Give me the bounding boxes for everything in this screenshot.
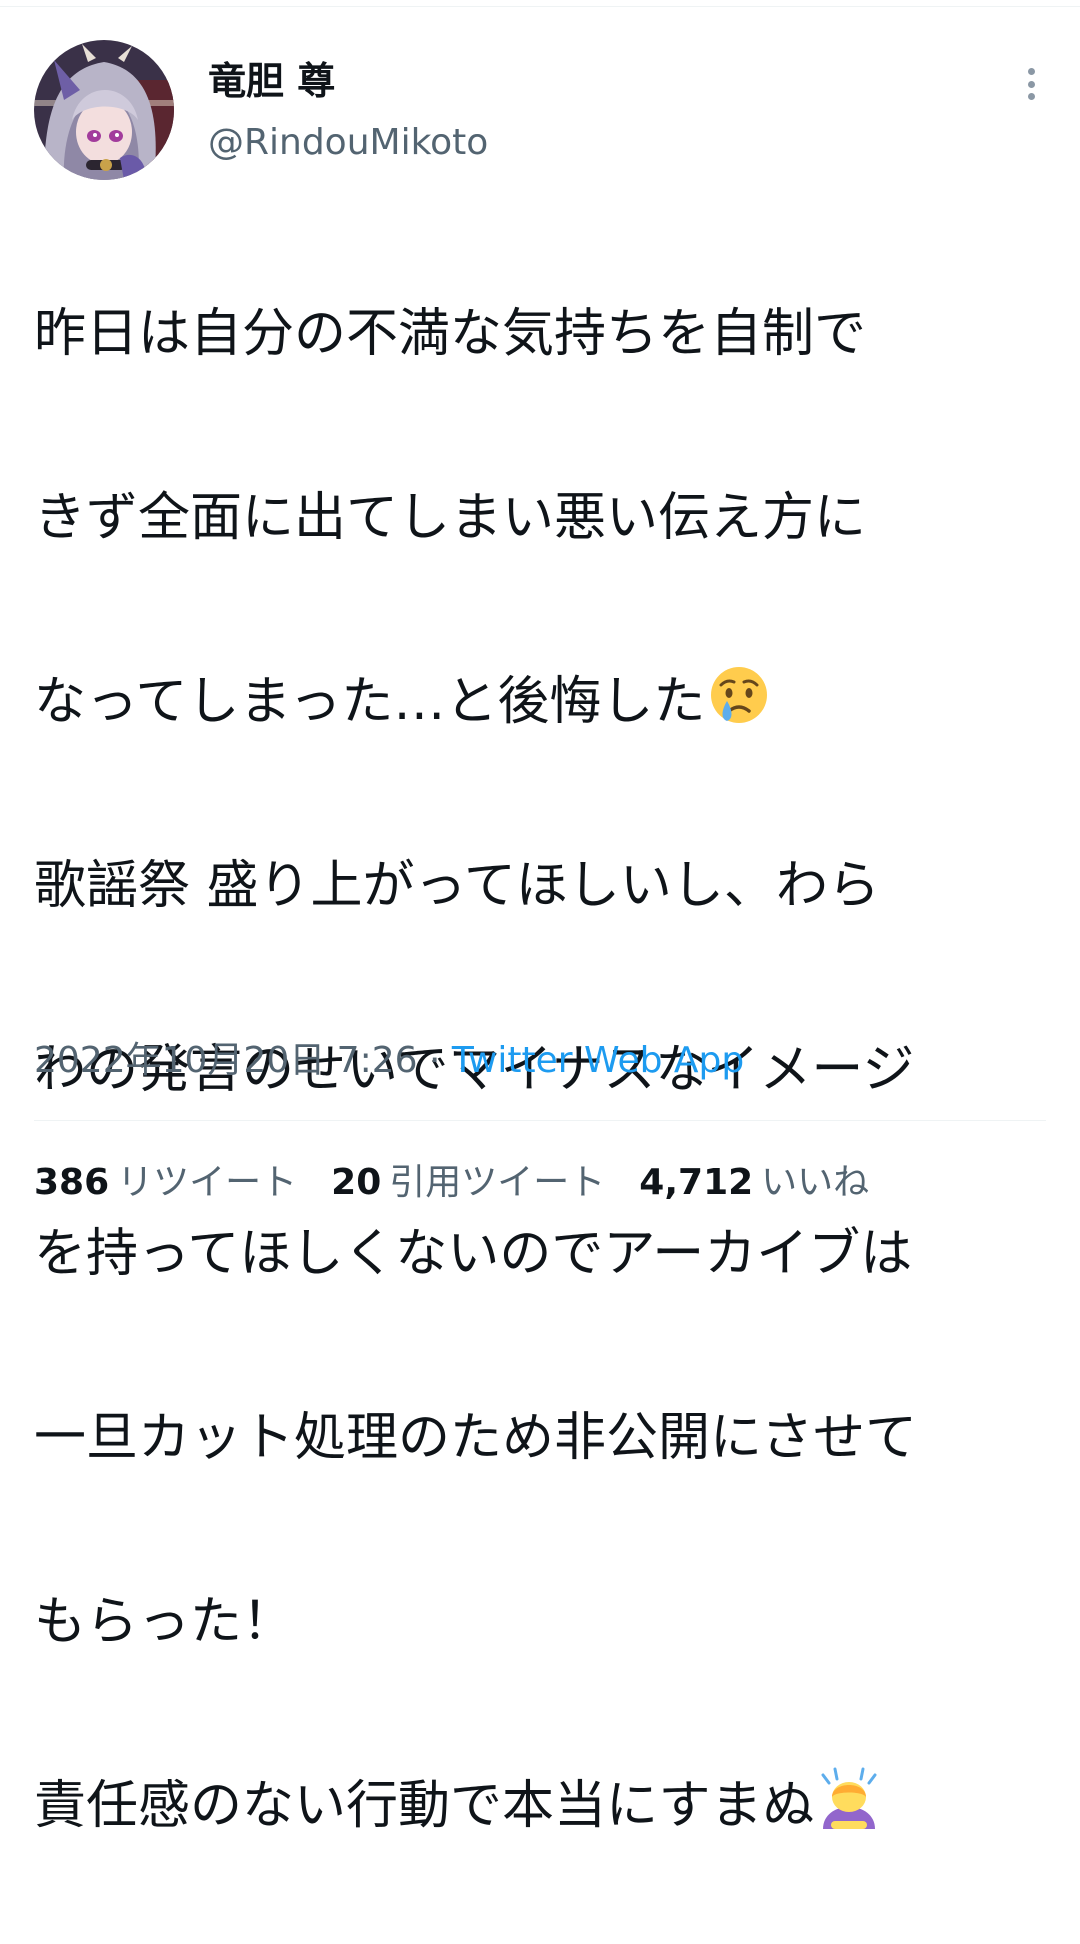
tweet-meta: 2022年10月20日 7:26 · Twitter Web App bbox=[34, 1036, 744, 1086]
top-divider bbox=[0, 6, 1080, 7]
meta-separator: · bbox=[417, 1040, 452, 1081]
user-handle[interactable]: @RindouMikoto bbox=[208, 120, 488, 166]
quotes-count: 20 bbox=[331, 1162, 382, 1203]
likes-count: 4,712 bbox=[639, 1162, 754, 1203]
user-info[interactable]: 竜胆 尊 @RindouMikoto bbox=[208, 56, 488, 166]
tweet-line: 昨日は自分の不満な気持ちを自制で bbox=[34, 304, 867, 364]
retweets-count: 386 bbox=[34, 1162, 110, 1203]
more-dot-icon bbox=[1027, 93, 1035, 100]
tweet-line: もらった！ bbox=[34, 1592, 295, 1652]
person-bowing-emoji bbox=[821, 1767, 877, 1829]
tweet-header: 竜胆 尊 @RindouMikoto bbox=[34, 40, 1046, 180]
tweet-stats: 386 リツイート 20 引用ツイート 4,712 いいね bbox=[34, 1158, 869, 1208]
tweet-line: きず全面に出てしまい悪い伝え方に bbox=[34, 488, 867, 548]
more-dot-icon bbox=[1027, 68, 1035, 75]
tweet-line-text: なってしまった…と後悔した bbox=[34, 672, 706, 732]
likes-label: いいね bbox=[761, 1162, 870, 1203]
tweet-detail: 竜胆 尊 @RindouMikoto 昨日は自分の不満な気持ちを自制で きず全面… bbox=[0, 0, 1080, 1836]
avatar-anime-girl-icon bbox=[34, 40, 174, 180]
display-name[interactable]: 竜胆 尊 bbox=[208, 56, 488, 106]
stats-divider bbox=[34, 1120, 1046, 1121]
quotes-label: 引用ツイート bbox=[389, 1162, 606, 1203]
avatar[interactable] bbox=[34, 40, 174, 180]
tweet-line-with-emoji: 責任感のない行動で本当にすまぬ bbox=[34, 1760, 1054, 1852]
likes-stat[interactable]: 4,712 いいね bbox=[639, 1158, 869, 1208]
more-dot-icon bbox=[1027, 80, 1035, 88]
crying-face-emoji bbox=[711, 667, 768, 723]
quotes-stat[interactable]: 20 引用ツイート bbox=[331, 1158, 605, 1208]
tweet-line: を持ってほしくないのでアーカイブは bbox=[34, 1224, 913, 1284]
tweet-source-link[interactable]: Twitter Web App bbox=[452, 1040, 744, 1081]
more-options-button[interactable] bbox=[1016, 64, 1046, 104]
tweet-line-with-emoji: なってしまった…と後悔した bbox=[34, 656, 1054, 748]
tweet-line: 一旦カット処理のため非公開にさせて bbox=[34, 1408, 917, 1468]
retweets-stat[interactable]: 386 リツイート bbox=[34, 1158, 297, 1208]
tweet-line-text: 責任感のない行動で本当にすまぬ bbox=[34, 1776, 815, 1836]
tweet-timestamp[interactable]: 2022年10月20日 7:26 bbox=[34, 1040, 418, 1081]
retweets-label: リツイート bbox=[117, 1162, 298, 1203]
tweet-line: 歌謡祭 盛り上がってほしいし、わら bbox=[34, 856, 880, 916]
